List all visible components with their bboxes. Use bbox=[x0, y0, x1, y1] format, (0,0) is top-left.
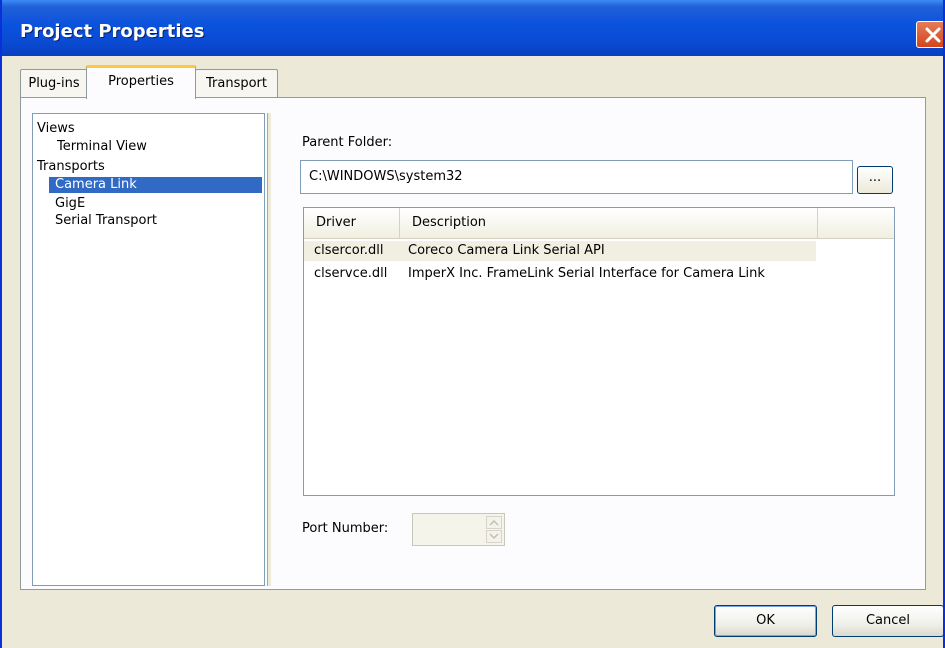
close-button[interactable] bbox=[916, 21, 943, 48]
tree-item-serial-transport[interactable]: Serial Transport bbox=[55, 213, 157, 229]
tree-item-transports[interactable]: Transports bbox=[37, 159, 105, 175]
stepper-down-button[interactable] bbox=[486, 530, 502, 543]
parent-folder-label: Parent Folder: bbox=[302, 135, 393, 150]
ok-button[interactable]: OK bbox=[714, 605, 817, 637]
tree-item-views[interactable]: Views bbox=[37, 121, 75, 137]
tree-item-terminal-view[interactable]: Terminal View bbox=[57, 139, 147, 155]
tab-properties[interactable]: Properties bbox=[86, 65, 196, 99]
project-properties-dialog: Project Properties Plug-ins Properties T… bbox=[0, 0, 945, 648]
description-cell: ImperX Inc. FrameLink Serial Interface f… bbox=[408, 266, 765, 281]
window-title: Project Properties bbox=[20, 21, 205, 42]
tab-plug-ins[interactable]: Plug-ins bbox=[20, 69, 88, 97]
tree-item-gige[interactable]: GigE bbox=[55, 196, 85, 212]
splitter[interactable] bbox=[267, 113, 271, 586]
tab-transport[interactable]: Transport bbox=[195, 69, 278, 97]
driver-list[interactable]: Driver Description clsercor.dll Coreco C… bbox=[303, 207, 895, 496]
table-row[interactable]: clsercor.dll Coreco Camera Link Serial A… bbox=[304, 241, 816, 261]
category-tree[interactable]: Views Terminal View Transports Camera Li… bbox=[32, 113, 265, 586]
port-number-label: Port Number: bbox=[302, 521, 389, 536]
browse-button[interactable]: ... bbox=[857, 166, 893, 194]
parent-folder-field[interactable]: C:\WINDOWS\system32 bbox=[300, 160, 853, 194]
chevron-up-icon bbox=[489, 519, 499, 526]
stepper-up-button[interactable] bbox=[486, 516, 502, 529]
description-cell: Coreco Camera Link Serial API bbox=[408, 243, 605, 258]
chevron-down-icon bbox=[489, 533, 499, 540]
list-header: Driver Description bbox=[304, 208, 894, 239]
cancel-button[interactable]: Cancel bbox=[832, 605, 943, 637]
column-driver[interactable]: Driver bbox=[304, 208, 400, 238]
table-row[interactable]: clservce.dll ImperX Inc. FrameLink Seria… bbox=[304, 264, 894, 284]
stepper-buttons bbox=[486, 516, 502, 543]
driver-cell: clsercor.dll bbox=[314, 243, 384, 258]
title-bar[interactable]: Project Properties bbox=[2, 0, 943, 56]
close-icon bbox=[925, 27, 941, 43]
driver-cell: clservce.dll bbox=[314, 266, 388, 281]
tree-item-camera-link[interactable]: Camera Link bbox=[49, 177, 262, 193]
column-description[interactable]: Description bbox=[400, 208, 818, 238]
port-number-stepper[interactable] bbox=[412, 513, 505, 546]
